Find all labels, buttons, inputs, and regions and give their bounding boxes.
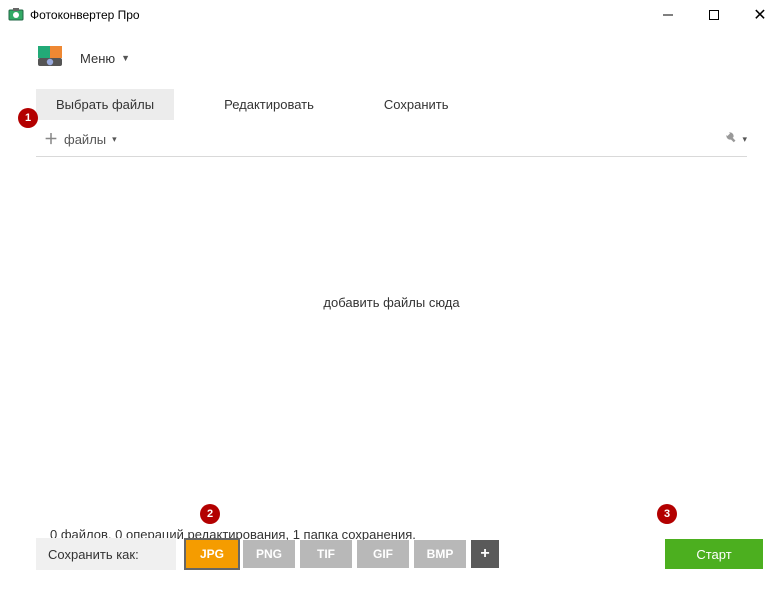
annotation-3: 3 (657, 504, 677, 524)
drop-area[interactable]: добавить файлы сюда (0, 157, 783, 447)
chevron-down-icon: ▾ (742, 134, 747, 145)
format-png-button[interactable]: PNG (243, 540, 295, 568)
titlebar: Фотоконвертер Про ✕ (0, 0, 783, 30)
window-controls: ✕ (645, 0, 783, 30)
annotation-2: 2 (200, 504, 220, 524)
add-files-button[interactable]: ＋ файлы ▾ (44, 129, 117, 149)
chevron-down-icon: ▾ (112, 134, 117, 145)
format-gif-button[interactable]: GIF (357, 540, 409, 568)
tabs: Выбрать файлы Редактировать Сохранить (0, 86, 783, 122)
tab-select-files[interactable]: Выбрать файлы (36, 89, 174, 120)
tab-edit[interactable]: Редактировать (204, 89, 334, 120)
menu-label: Меню (80, 51, 115, 66)
app-icon (8, 7, 24, 23)
drop-hint: добавить файлы сюда (323, 295, 459, 310)
minimize-button[interactable] (645, 0, 691, 30)
format-jpg-button[interactable]: JPG (186, 540, 238, 568)
tab-save[interactable]: Сохранить (364, 89, 469, 120)
format-tif-button[interactable]: TIF (300, 540, 352, 568)
wrench-icon (724, 130, 739, 148)
save-as-label: Сохранить как: (36, 538, 176, 570)
plus-icon: ＋ (44, 129, 58, 149)
menu-button[interactable]: Меню ▼ (80, 51, 130, 66)
toolbar: ＋ файлы ▾ ▾ (0, 122, 783, 156)
window-title: Фотоконвертер Про (30, 8, 140, 22)
format-add-button[interactable]: + (471, 540, 499, 568)
format-buttons: JPG PNG TIF GIF BMP + (186, 540, 499, 568)
bottom-bar: Сохранить как: JPG PNG TIF GIF BMP + Ста… (36, 534, 763, 574)
start-button[interactable]: Старт (665, 539, 763, 569)
logo-icon (36, 44, 64, 72)
maximize-button[interactable] (691, 0, 737, 30)
settings-button[interactable]: ▾ (724, 130, 747, 148)
format-bmp-button[interactable]: BMP (414, 540, 466, 568)
chevron-down-icon: ▼ (121, 53, 130, 63)
topbar: Меню ▼ (0, 30, 783, 86)
add-files-label: файлы (64, 132, 106, 147)
close-button[interactable]: ✕ (737, 0, 783, 30)
close-icon: ✕ (753, 5, 766, 25)
